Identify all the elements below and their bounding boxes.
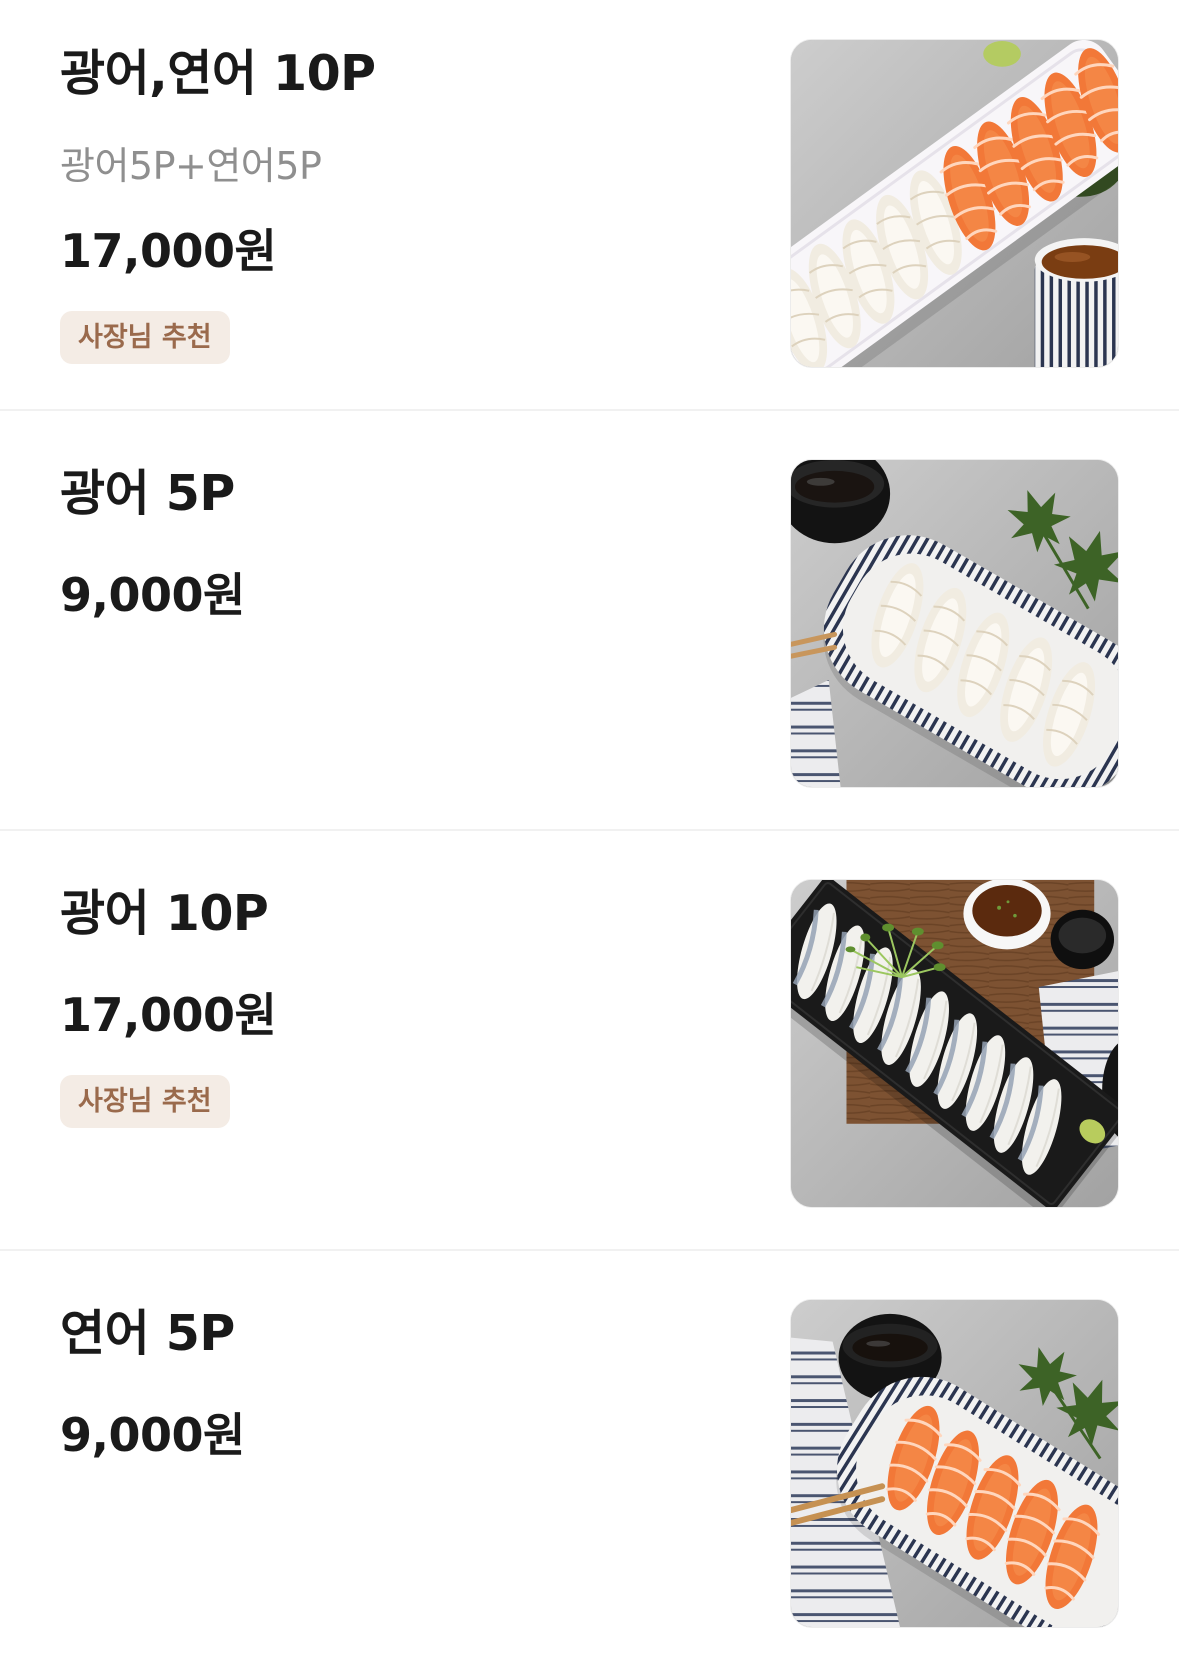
menu-item-name: 광어 5P	[60, 465, 235, 522]
menu-item-name: 연어 5P	[60, 1305, 235, 1362]
menu-item-name: 광어,연어 10P	[60, 45, 376, 102]
menu-item-description: 광어5P+연어5P	[60, 144, 322, 188]
soy-sauce-cup	[1034, 238, 1118, 367]
sushi-platter-photo	[791, 40, 1118, 367]
menu-item-photo	[790, 879, 1119, 1208]
menu-item-price: 17,000원	[60, 224, 277, 278]
menu-item-photo	[790, 39, 1119, 368]
menu-item-photo	[790, 459, 1119, 788]
menu-item-text: 연어 5P 9,000원	[60, 1299, 245, 1465]
menu-item-name: 광어 10P	[60, 885, 269, 942]
recommended-badge: 사장님 추천	[60, 311, 230, 364]
menu-item[interactable]: 광어 10P 17,000원 사장님 추천	[0, 831, 1179, 1251]
salmon-sushi-photo	[791, 1300, 1118, 1627]
menu-item-photo	[790, 1299, 1119, 1628]
menu-item-price: 9,000원	[60, 568, 245, 622]
menu-item-text: 광어,연어 10P 광어5P+연어5P 17,000원 사장님 추천	[60, 39, 376, 364]
menu-item[interactable]: 연어 5P 9,000원	[0, 1251, 1179, 1662]
menu-item-price: 9,000원	[60, 1408, 245, 1462]
menu-item-text: 광어 5P 9,000원	[60, 459, 245, 625]
flatfish-sushi-board-photo	[791, 880, 1118, 1207]
menu-item[interactable]: 광어,연어 10P 광어5P+연어5P 17,000원 사장님 추천	[0, 0, 1179, 411]
flatfish-sushi-photo	[791, 460, 1118, 787]
menu-list: 광어,연어 10P 광어5P+연어5P 17,000원 사장님 추천 광어 5P…	[0, 0, 1179, 1662]
menu-item-text: 광어 10P 17,000원 사장님 추천	[60, 879, 277, 1128]
menu-item-price: 17,000원	[60, 988, 277, 1042]
menu-item[interactable]: 광어 5P 9,000원	[0, 411, 1179, 831]
recommended-badge: 사장님 추천	[60, 1075, 230, 1128]
